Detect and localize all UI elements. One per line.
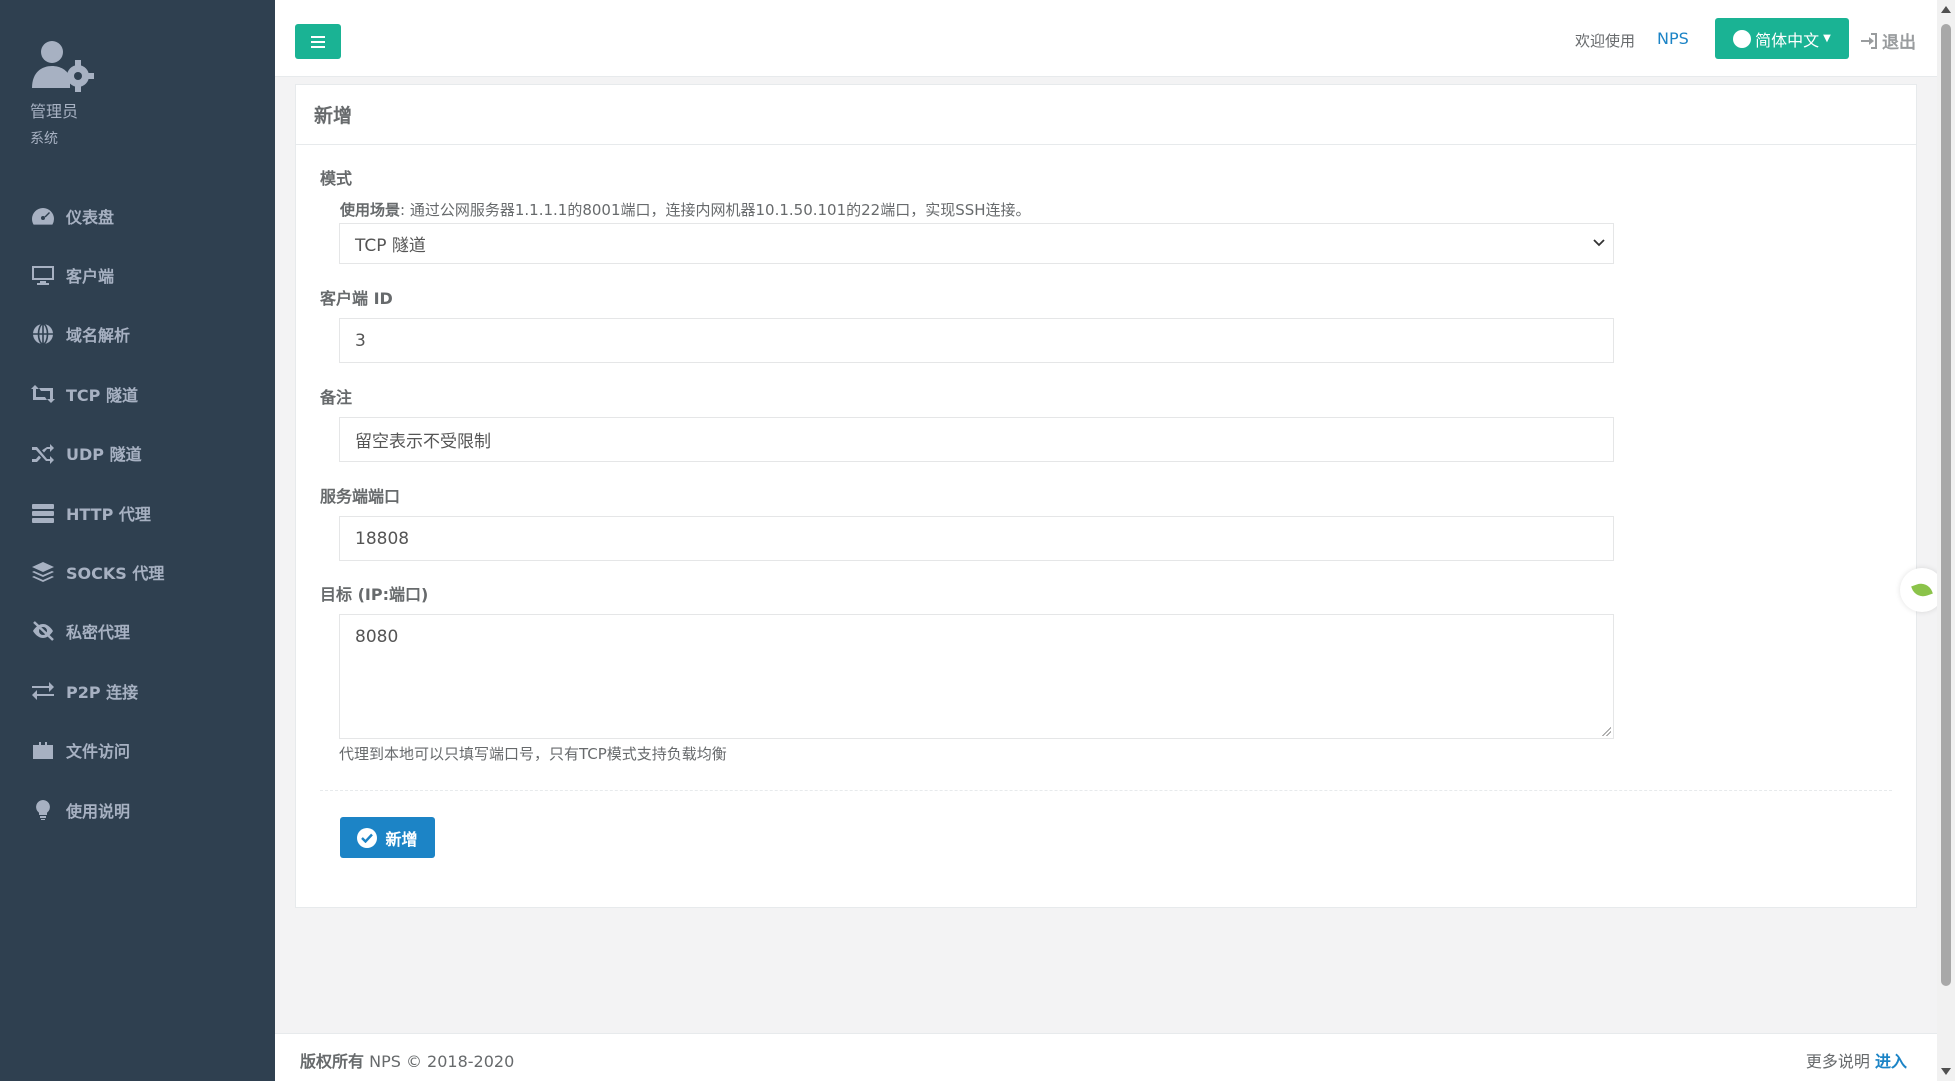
menu-toggle-button[interactable] (295, 24, 341, 59)
sidebar-item-clients[interactable]: 客户端 (0, 245, 275, 304)
target-value: 8080 (355, 627, 399, 647)
briefcase-icon (30, 739, 56, 761)
mode-hint: 使用场景: 通过公网服务器1.1.1.1的8001端口，连接内网机器10.1.5… (340, 199, 1031, 220)
resize-handle-icon[interactable] (1601, 726, 1611, 736)
client-id-label: 客户端 ID (320, 289, 393, 308)
sidebar-item-udp[interactable]: UDP 隧道 (0, 424, 275, 483)
target-textarea[interactable]: 8080 (339, 614, 1614, 739)
check-circle-icon (357, 827, 378, 848)
more-info: 更多说明 进入 (1806, 1048, 1907, 1072)
sidebar-nav: 仪表盘 客户端 域名解析 TCP 隧道 UDP 隧道 HTTP 代理 SOCKS… (0, 186, 275, 839)
add-form-panel: 新增 模式 使用场景: 通过公网服务器1.1.1.1的8001端口，连接内网机器… (295, 84, 1917, 908)
sidebar-item-label: 域名解析 (66, 326, 131, 346)
page-scrollbar[interactable] (1937, 0, 1955, 1081)
submit-label: 新增 (385, 829, 418, 849)
retweet-icon (30, 383, 56, 405)
user-gear-icon (30, 38, 94, 94)
sidebar-item-label: 使用说明 (66, 801, 131, 821)
language-label: 简体中文 (1755, 30, 1820, 50)
sidebar-item-files[interactable]: 文件访问 (0, 721, 275, 780)
more-label: 更多说明 (1805, 1052, 1870, 1071)
scroll-thumb[interactable] (1941, 24, 1951, 986)
sidebar-item-label: 文件访问 (66, 742, 131, 762)
lightbulb-icon (30, 799, 56, 821)
target-label: 目标 (IP:端口) (320, 585, 429, 604)
copyright-label: 版权所有 (300, 1052, 365, 1071)
copyright-text: NPS © 2018-2020 (364, 1052, 515, 1071)
sidebar-item-label: TCP 隧道 (66, 385, 138, 405)
scroll-down-arrow-icon[interactable] (1941, 1068, 1951, 1075)
sidebar-item-domain[interactable]: 域名解析 (0, 305, 275, 364)
sidebar-item-dashboard[interactable]: 仪表盘 (0, 186, 275, 245)
eye-slash-icon (30, 620, 56, 642)
dashboard-icon (30, 205, 56, 227)
sidebar-item-label: 仪表盘 (66, 207, 115, 227)
submit-button[interactable]: 新增 (340, 817, 435, 858)
user-profile: 管理员 系统 (30, 38, 94, 148)
target-help-text: 代理到本地可以只填写端口号，只有TCP模式支持负载均衡 (339, 745, 727, 763)
leaf-icon (1911, 580, 1933, 600)
sidebar-item-label: HTTP 代理 (66, 504, 151, 524)
client-id-input[interactable]: 3 (339, 318, 1614, 363)
caret-down-icon: ▼ (1823, 33, 1831, 44)
sidebar-item-p2p[interactable]: P2P 连接 (0, 661, 275, 720)
sidebar-item-label: 客户端 (66, 267, 115, 287)
globe-icon (30, 323, 56, 346)
footer: 版权所有 NPS © 2018-2020 更多说明 进入 (275, 1033, 1937, 1081)
sidebar-item-socks[interactable]: SOCKS 代理 (0, 542, 275, 601)
server-icon (30, 502, 56, 524)
sidebar-item-tcp[interactable]: TCP 隧道 (0, 364, 275, 423)
sidebar-item-http[interactable]: HTTP 代理 (0, 483, 275, 542)
remark-label: 备注 (320, 388, 353, 407)
desktop-icon (30, 264, 56, 286)
remark-input[interactable]: 留空表示不受限制 (339, 417, 1614, 462)
sign-in-icon (1861, 32, 1877, 49)
server-port-input[interactable]: 18808 (339, 516, 1614, 561)
logout-label: 退出 (1882, 33, 1916, 53)
exchange-icon (30, 680, 56, 702)
panel-title: 新增 (296, 85, 1916, 145)
language-dropdown[interactable]: 简体中文 ▼ (1715, 18, 1849, 59)
hamburger-icon (311, 35, 325, 48)
globe-icon (1733, 29, 1752, 48)
brand-link[interactable]: NPS (1657, 29, 1689, 48)
sidebar-item-label: 私密代理 (66, 623, 131, 643)
logout-button[interactable]: 退出 (1860, 28, 1916, 53)
profile-name[interactable]: 管理员 (30, 98, 94, 122)
profile-role: 系统 (30, 131, 58, 147)
layers-icon (30, 561, 56, 583)
mode-hint-text: : 通过公网服务器1.1.1.1的8001端口，连接内网机器10.1.50.10… (400, 201, 1031, 219)
more-link[interactable]: 进入 (1875, 1052, 1907, 1071)
top-navbar: 欢迎使用 NPS 简体中文 ▼ 退出 (275, 0, 1937, 77)
sidebar-item-label: P2P 连接 (66, 682, 139, 702)
welcome-text: 欢迎使用 (1575, 32, 1636, 50)
scroll-up-arrow-icon[interactable] (1941, 6, 1951, 13)
sidebar-item-label: UDP 隧道 (66, 445, 142, 465)
sidebar: 管理员 系统 仪表盘 客户端 域名解析 TCP 隧道 UDP 隧道 HTTP 代… (0, 0, 275, 1081)
copyright: 版权所有 NPS © 2018-2020 (300, 1048, 514, 1072)
random-icon (30, 442, 56, 465)
mode-hint-title: 使用场景 (340, 201, 401, 219)
mode-label: 模式 (320, 169, 353, 188)
mode-select-value: TCP 隧道 (355, 236, 426, 256)
form-divider (320, 790, 1892, 791)
sidebar-item-private[interactable]: 私密代理 (0, 602, 275, 661)
chevron-down-icon (1593, 239, 1605, 247)
sidebar-item-label: SOCKS 代理 (66, 564, 165, 584)
server-port-label: 服务端端口 (320, 487, 401, 506)
mode-select[interactable]: TCP 隧道 (339, 223, 1614, 264)
sidebar-item-help[interactable]: 使用说明 (0, 780, 275, 839)
